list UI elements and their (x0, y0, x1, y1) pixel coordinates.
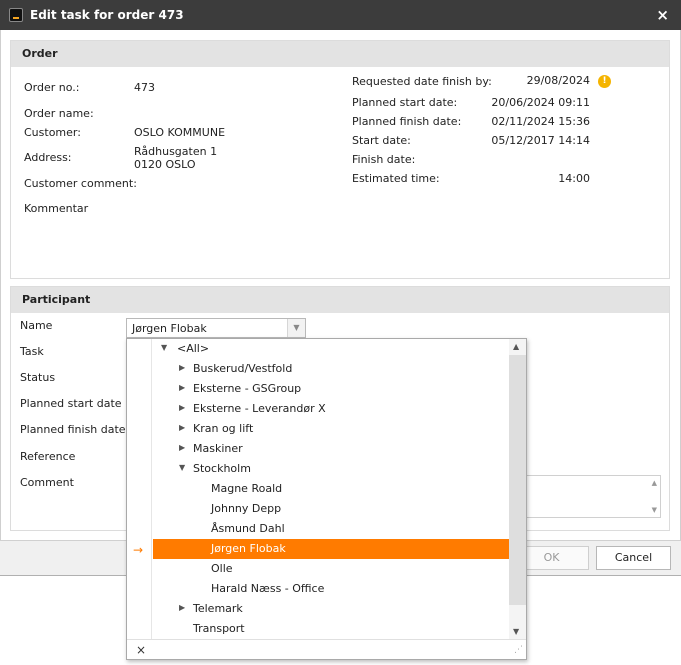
expand-down-icon[interactable]: ▼ (161, 343, 167, 352)
dropdown-item[interactable]: Transport (153, 619, 509, 639)
customer-comment-label: Customer comment: (24, 177, 137, 190)
dropdown-item[interactable]: Olle (153, 559, 509, 579)
participant-planned-finish-label: Planned finish date (20, 423, 126, 436)
participant-name-combo[interactable]: Jørgen Flobak ▼ (126, 318, 306, 338)
cancel-button[interactable]: Cancel (596, 546, 671, 570)
dropdown-gutter (127, 339, 152, 639)
participant-dropdown: → ▼ <All> ▶ Buskerud/Vestfold ▶ Eksterne - GS… (126, 338, 527, 660)
order-name-label: Order name: (24, 107, 94, 120)
window-title: Edit task for order 473 (30, 8, 184, 22)
address-line2: 0120 OSLO (134, 158, 196, 171)
dropdown-item[interactable]: Jørgen Flobak (153, 539, 509, 559)
dropdown-item[interactable]: ▼ <All> (153, 339, 509, 359)
dropdown-item[interactable]: ▶ Telemark (153, 599, 509, 619)
dropdown-item[interactable]: Magne Roald (153, 479, 509, 499)
dropdown-item[interactable]: Åsmund Dahl (153, 519, 509, 539)
participant-name-value: Jørgen Flobak (132, 322, 207, 335)
dropdown-item[interactable]: ▶ Kran og lift (153, 419, 509, 439)
comment-scroll-down-icon[interactable]: ▼ (652, 506, 657, 514)
kommentar-label: Kommentar (24, 202, 89, 215)
planned-finish-value: 02/11/2024 15:36 (491, 115, 590, 128)
scroll-up-icon[interactable]: ▲ (513, 342, 519, 351)
dropdown-item-label: Maskiner (193, 442, 243, 455)
expand-right-icon[interactable]: ▶ (179, 603, 185, 612)
dropdown-item[interactable]: Johnny Depp (153, 499, 509, 519)
title-bar: Edit task for order 473 × (0, 0, 681, 30)
dropdown-item-label: <All> (177, 342, 210, 355)
dropdown-item[interactable]: ▶ Eksterne - Leverandør X (153, 399, 509, 419)
dropdown-item[interactable]: ▶ Buskerud/Vestfold (153, 359, 509, 379)
dropdown-item-label: Buskerud/Vestfold (193, 362, 293, 375)
order-no-value: 473 (134, 81, 155, 94)
participant-status-label: Status (20, 371, 56, 384)
expand-down-icon[interactable]: ▼ (179, 463, 185, 472)
dropdown-footer: × ⋰ (127, 639, 526, 659)
participant-comment-label: Comment (20, 476, 74, 489)
address-line1: Rådhusgaten 1 (134, 145, 218, 158)
clear-icon[interactable]: × (136, 643, 146, 657)
start-date-value: 05/12/2017 14:14 (491, 134, 590, 147)
dropdown-item[interactable]: ▼ Stockholm (153, 459, 509, 479)
order-no-label: Order no.: (24, 81, 80, 94)
comment-scroll-up-icon[interactable]: ▲ (652, 479, 657, 487)
chevron-down-icon[interactable]: ▼ (287, 319, 305, 337)
dropdown-item[interactable]: ▶ Maskiner (153, 439, 509, 459)
address-label: Address: (24, 151, 72, 164)
dropdown-item-label: Åsmund Dahl (211, 522, 285, 535)
warning-icon: ! (598, 75, 611, 88)
finish-date-label: Finish date: (352, 153, 416, 166)
expand-right-icon[interactable]: ▶ (179, 423, 185, 432)
dropdown-item-label: Kran og lift (193, 422, 254, 435)
dropdown-item-label: Telemark (193, 602, 243, 615)
dropdown-item-label: Harald Næss - Office (211, 582, 325, 595)
start-date-label: Start date: (352, 134, 411, 147)
planned-start-value: 20/06/2024 09:11 (491, 96, 590, 109)
planned-start-label: Planned start date: (352, 96, 458, 109)
app-icon (9, 8, 23, 22)
dropdown-item-label: Jørgen Flobak (211, 542, 286, 555)
dropdown-item-label: Transport (193, 622, 245, 635)
dropdown-scrollbar[interactable]: ▲ ▼ (509, 339, 526, 639)
close-icon[interactable]: × (656, 6, 669, 24)
dropdown-item[interactable]: Harald Næss - Office (153, 579, 509, 599)
scrollbar-thumb[interactable] (509, 355, 526, 605)
order-header: Order (11, 41, 669, 67)
dropdown-item-label: Eksterne - GSGroup (193, 382, 302, 395)
participant-reference-label: Reference (20, 450, 76, 463)
estimated-time-value: 14:00 (558, 172, 590, 185)
expand-right-icon[interactable]: ▶ (179, 403, 185, 412)
expand-right-icon[interactable]: ▶ (179, 363, 185, 372)
participant-planned-start-label: Planned start date (20, 397, 122, 410)
dropdown-item[interactable]: ▶ Eksterne - GSGroup (153, 379, 509, 399)
dropdown-item-label: Johnny Depp (211, 502, 282, 515)
expand-right-icon[interactable]: ▶ (179, 443, 185, 452)
participant-task-label: Task (20, 345, 44, 358)
customer-value: OSLO KOMMUNE (134, 126, 226, 139)
dropdown-item-label: Stockholm (193, 462, 251, 475)
resize-grip-icon[interactable]: ⋰ (514, 645, 523, 655)
requested-finish-value: 29/08/2024 (526, 74, 590, 87)
focus-arrow-icon: → (133, 543, 144, 557)
expand-right-icon[interactable]: ▶ (179, 383, 185, 392)
customer-label: Customer: (24, 126, 81, 139)
estimated-time-label: Estimated time: (352, 172, 440, 185)
scroll-down-icon[interactable]: ▼ (513, 627, 519, 636)
dropdown-item-label: Magne Roald (211, 482, 283, 495)
participant-name-label: Name (20, 319, 53, 332)
planned-finish-label: Planned finish date: (352, 115, 462, 128)
participant-header: Participant (11, 287, 669, 313)
dropdown-item-label: Eksterne - Leverandør X (193, 402, 326, 415)
dropdown-item-label: Olle (211, 562, 233, 575)
